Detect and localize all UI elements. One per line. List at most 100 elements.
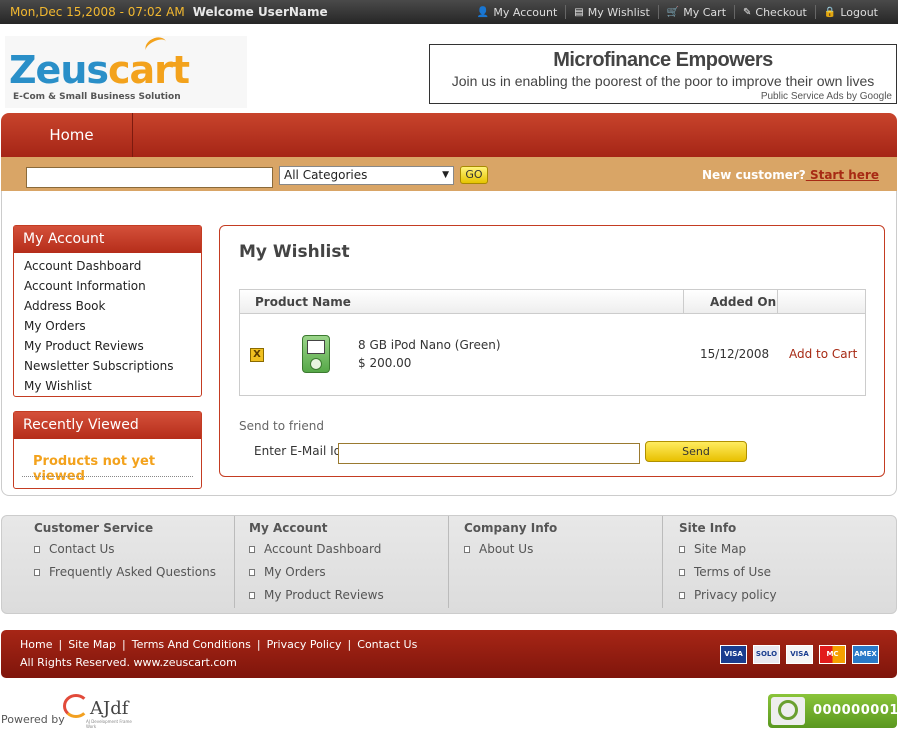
my-product-reviews-link[interactable]: My Product Reviews: [24, 336, 191, 356]
bullet-icon: [34, 545, 40, 553]
counter-ring: [778, 700, 798, 720]
address-book-link[interactable]: Address Book: [24, 296, 191, 316]
remove-item-button[interactable]: X: [250, 348, 264, 362]
category-select-value: All Categories: [284, 168, 368, 182]
bullet-icon: [679, 568, 685, 576]
footer-link-about-us[interactable]: About Us: [464, 542, 533, 556]
nav-home[interactable]: Home: [11, 113, 133, 157]
account-menu: Account Dashboard Account Information Ad…: [14, 253, 201, 399]
my-cart-link[interactable]: 🛒 My Cart: [657, 5, 734, 19]
footer-contact-link[interactable]: Contact Us: [357, 638, 417, 651]
solo-card-icon: SOLO: [753, 645, 780, 664]
add-to-cart-link[interactable]: Add to Cart: [789, 347, 857, 361]
footer-bottom-links: Home | Site Map | Terms And Conditions | Priva…: [20, 638, 418, 651]
search-input[interactable]: [26, 167, 273, 188]
footer-link-label: Contact Us: [49, 542, 115, 556]
lock-icon: 🔒: [823, 6, 837, 18]
account-dashboard-link[interactable]: Account Dashboard: [24, 256, 191, 276]
ajdf-logo-subtitle: AJ Development Frame Work: [86, 719, 132, 729]
footer-link-privacy-policy[interactable]: Privacy policy: [679, 588, 777, 602]
footer-link-faq[interactable]: Frequently Asked Questions: [34, 565, 216, 579]
ad-description: Join us in enabling the poorest of the p…: [451, 73, 875, 89]
footer-link-label: Privacy policy: [694, 588, 777, 602]
page-title: My Wishlist: [239, 242, 350, 262]
recently-viewed-empty: Products not yet viewed: [33, 454, 156, 484]
col-added-on: Added On: [710, 295, 777, 309]
category-select[interactable]: All Categories ▼: [279, 166, 454, 185]
ad-source[interactable]: Public Service Ads by Google: [761, 91, 892, 102]
table-row: X 8 GB iPod Nano (Green) $ 200.00 15/12/…: [240, 314, 865, 396]
footer-link-my-orders[interactable]: My Orders: [249, 565, 326, 579]
bullet-icon: [34, 568, 40, 576]
wishlist-table: Product Name Added On X 8 GB iPod Nano (…: [239, 289, 866, 396]
my-account-box: My Account Account Dashboard Account Inf…: [13, 225, 202, 397]
footer-link-label: Terms of Use: [694, 565, 771, 579]
footer-link-label: My Orders: [264, 565, 326, 579]
site-logo[interactable]: Zeuscart E-Com & Small Business Solution: [5, 34, 247, 108]
user-icon: 👤: [476, 6, 490, 18]
list-icon: ▤: [574, 6, 584, 18]
logo-word: Zeuscart: [9, 48, 190, 92]
footer-home-link[interactable]: Home: [20, 638, 52, 651]
send-button[interactable]: Send: [645, 441, 747, 462]
footer-link-my-product-reviews[interactable]: My Product Reviews: [249, 588, 384, 602]
footer-col-customer-service: Customer Service Contact Us Frequently A…: [22, 516, 235, 608]
bullet-icon: [464, 545, 470, 553]
ajdf-logo-text: AJdf: [90, 698, 129, 719]
newsletter-subscriptions-link[interactable]: Newsletter Subscriptions: [24, 356, 191, 376]
wishlist-panel: My Wishlist Product Name Added On X 8 GB…: [219, 225, 885, 477]
footer-sitemap-link[interactable]: Site Map: [68, 638, 116, 651]
chevron-down-icon: ▼: [442, 170, 449, 180]
account-information-link[interactable]: Account Information: [24, 276, 191, 296]
footer-link-label: My Product Reviews: [264, 588, 384, 602]
footer-col-title: Company Info: [464, 521, 558, 535]
email-field[interactable]: [338, 443, 640, 464]
visa-card-icon: VISA: [786, 645, 813, 664]
footer-link-terms-of-use[interactable]: Terms of Use: [679, 565, 771, 579]
checkout-link[interactable]: ✎ Checkout: [734, 5, 815, 19]
footer-link-contact-us[interactable]: Contact Us: [34, 542, 115, 556]
footer-link-account-dashboard[interactable]: Account Dashboard: [249, 542, 381, 556]
added-on-date: 15/12/2008: [700, 347, 770, 361]
ajdf-logo[interactable]: AJdf AJ Development Frame Work: [60, 692, 140, 729]
my-wishlist-link[interactable]: ▤ My Wishlist: [565, 5, 658, 19]
google-ad-banner[interactable]: Microfinance Empowers Join us in enablin…: [429, 44, 897, 104]
recently-viewed-box: Recently Viewed Products not yet viewed: [13, 411, 202, 489]
logout-link[interactable]: 🔒 Logout: [814, 5, 886, 19]
my-orders-link[interactable]: My Orders: [24, 316, 191, 336]
search-go-button[interactable]: GO: [460, 166, 488, 184]
footer-col-title: Site Info: [679, 521, 737, 535]
bullet-icon: [249, 591, 255, 599]
start-here-link[interactable]: Start here: [806, 168, 879, 182]
footer-link-site-map[interactable]: Site Map: [679, 542, 746, 556]
amex-card-icon: AMEX: [852, 645, 879, 664]
footer-links: Customer Service Contact Us Frequently A…: [1, 515, 897, 614]
my-wishlist-sidebar-link[interactable]: My Wishlist: [24, 376, 191, 396]
my-wishlist-label: My Wishlist: [587, 5, 650, 19]
footer-privacy-link[interactable]: Privacy Policy: [267, 638, 342, 651]
new-customer-label: New customer?: [702, 168, 806, 182]
cart-icon: 🛒: [666, 6, 680, 18]
my-cart-label: My Cart: [683, 5, 727, 19]
my-account-link[interactable]: 👤 My Account: [469, 5, 565, 19]
top-bar: Mon,Dec 15,2008 - 07:02 AM Welcome UserN…: [0, 0, 898, 24]
footer-link-label: Site Map: [694, 542, 747, 556]
column-divider: [777, 290, 778, 314]
footer-terms-link[interactable]: Terms And Conditions: [132, 638, 251, 651]
product-name[interactable]: 8 GB iPod Nano (Green): [358, 338, 501, 352]
logo-text-zeus: Zeus: [9, 48, 109, 92]
ad-title[interactable]: Microfinance Empowers: [430, 49, 896, 72]
mastercard-icon: MC: [819, 645, 846, 664]
ipod-product-image[interactable]: [302, 335, 330, 373]
email-label: Enter E-Mail Id: [254, 444, 342, 458]
main-nav: Home: [1, 113, 897, 157]
column-divider: [683, 290, 684, 314]
checkout-icon: ✎: [743, 6, 752, 18]
footer-link-label: About Us: [479, 542, 534, 556]
copyright-text: All Rights Reserved. www.zeuscart.com: [20, 656, 237, 669]
footer-link-label: Frequently Asked Questions: [49, 565, 216, 579]
footer-col-title: Customer Service: [34, 521, 154, 535]
bullet-icon: [679, 545, 685, 553]
send-to-friend-heading: Send to friend: [239, 419, 324, 433]
visitor-counter: 000000001: [768, 694, 898, 728]
